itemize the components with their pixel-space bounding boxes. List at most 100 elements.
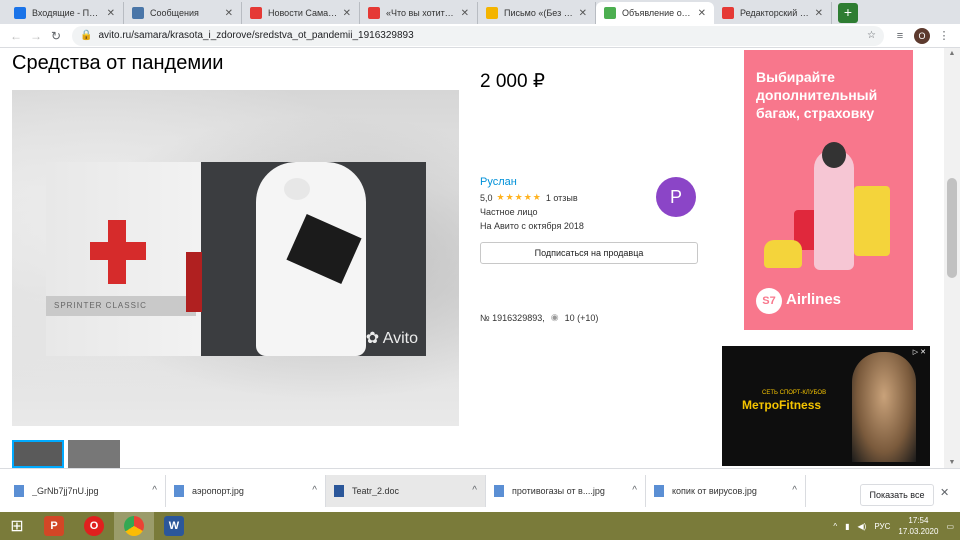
chrome-icon (124, 516, 144, 536)
scroll-up-icon[interactable]: ▲ (944, 50, 960, 57)
close-icon[interactable]: ✕ (461, 8, 469, 19)
windows-start-icon[interactable]: ⊞ (0, 512, 34, 540)
listing-photo-gallery[interactable]: SPRINTER CLASSIC ✿ Avito (12, 90, 459, 426)
powerpoint-icon: P (44, 516, 64, 536)
thumbnail-2[interactable] (68, 440, 120, 468)
show-all-downloads-button[interactable]: Показать все (860, 484, 934, 506)
taskbar-word[interactable]: W (154, 512, 194, 540)
download-item[interactable]: копик от вирусов.jpg ^ (646, 474, 806, 507)
tab-label: Сообщения (150, 8, 199, 18)
watermark-text: Avito (382, 330, 418, 347)
downloads-bar: _GrNb7jj7nU.jpg ^ аэропорт.jpg ^ Teatr_2.d… (0, 468, 960, 512)
tab-editorial[interactable]: Редакторский инт ✕ (714, 2, 832, 24)
close-icon[interactable]: ✕ (579, 8, 587, 19)
envelope-icon (486, 7, 498, 19)
close-icon[interactable]: ✕ (225, 8, 233, 19)
tab-label: Объявление откл (622, 8, 694, 18)
chevron-up-icon[interactable]: ^ (472, 485, 477, 496)
scroll-down-icon[interactable]: ▼ (944, 459, 960, 466)
back-arrow-icon[interactable]: ← (6, 29, 26, 43)
tray-chevron-icon[interactable]: ^ (833, 522, 837, 531)
reading-list-icon[interactable]: ≡ (890, 30, 910, 42)
forward-arrow-icon[interactable]: → (26, 29, 46, 43)
tab-news[interactable]: Новости Самары ✕ (242, 2, 360, 24)
chevron-up-icon[interactable]: ^ (312, 485, 317, 496)
scrollbar-thumb[interactable] (947, 178, 957, 278)
rating-value: 5,0 (480, 192, 493, 203)
system-tray: ^ ▮ ◀) РУС 17:54 17.03.2020 ▭ (833, 512, 954, 540)
lock-icon[interactable]: 🔒 (80, 30, 92, 41)
taskbar-powerpoint[interactable]: P (34, 512, 74, 540)
van-taillight (186, 252, 202, 312)
ad-text: Выбирайте дополнительный багаж, страховк… (756, 69, 878, 121)
avito-icon (604, 7, 616, 19)
ad-brand-text: Airlines (786, 291, 842, 308)
download-item[interactable]: Teatr_2.doc ^ (326, 474, 486, 507)
tab-letter[interactable]: Письмо «(Без темы ✕ (478, 2, 596, 24)
s7-logo-icon: S7 (756, 288, 782, 314)
s7-airlines-ad[interactable]: Выбирайте дополнительный багаж, страховк… (744, 50, 913, 330)
profile-avatar[interactable]: O (914, 27, 930, 44)
thumbnail-1[interactable] (12, 440, 64, 468)
tab-mail[interactable]: Входящие - Почта ✕ (6, 2, 124, 24)
download-item[interactable]: аэропорт.jpg ^ (166, 474, 326, 507)
url-text[interactable]: avito.ru/samara/krasota_i_zdorove/sredst… (98, 30, 867, 41)
bookmark-star-icon[interactable]: ☆ (867, 30, 876, 41)
image-file-icon (494, 484, 504, 497)
listing-title: Средства от пандемии (12, 52, 224, 74)
metrofitness-ad[interactable]: ▷ ✕ СЕТЬ СПОРТ-КЛУБОВ МетроFitness (722, 346, 930, 466)
chevron-up-icon[interactable]: ^ (792, 485, 797, 496)
reload-icon[interactable]: ↻ (46, 29, 66, 43)
tab-messages[interactable]: Сообщения ✕ (124, 2, 242, 24)
address-bar[interactable]: 🔒 avito.ru/samara/krasota_i_zdorove/sred… (72, 25, 884, 46)
clock-time: 17:54 (908, 516, 929, 525)
clock[interactable]: 17:54 17.03.2020 (898, 515, 938, 537)
view-count: 10 (+10) (564, 312, 599, 323)
close-icon[interactable]: ✕ (940, 486, 949, 499)
tab-question[interactable]: «Что вы хотите - « ✕ (360, 2, 478, 24)
menu-kebab-icon[interactable]: ⋮ (934, 29, 954, 42)
eye-icon: ◉ (550, 312, 559, 322)
download-filename: копик от вирусов.jpg (672, 485, 757, 496)
taskbar-opera[interactable]: O (74, 512, 114, 540)
close-icon[interactable]: ✕ (815, 8, 823, 19)
traveler-graphic (814, 150, 854, 270)
tab-label: Редакторский инт (740, 8, 811, 18)
download-item[interactable]: противогазы от в....jpg ^ (486, 474, 646, 507)
tab-label: «Что вы хотите - « (386, 8, 457, 18)
volume-icon[interactable]: ◀) (858, 522, 867, 531)
bag-graphic (764, 240, 802, 268)
ad-logo-text: МетроFitness (742, 398, 822, 412)
language-indicator[interactable]: РУС (874, 522, 890, 531)
ad-choices-icon[interactable]: ▷ ✕ (913, 348, 926, 356)
model-photo (852, 352, 916, 462)
download-filename: аэропорт.jpg (192, 485, 244, 496)
opera-icon: O (84, 516, 104, 536)
subscribe-seller-button[interactable]: Подписаться на продавца (480, 242, 698, 264)
chevron-up-icon[interactable]: ^ (632, 485, 637, 496)
page-scrollbar[interactable]: ▲ ▼ (944, 48, 960, 468)
news-icon (368, 7, 380, 19)
news-icon (250, 7, 262, 19)
chevron-up-icon[interactable]: ^ (152, 485, 157, 496)
reviews-link[interactable]: 1 отзыв (546, 193, 578, 203)
close-icon[interactable]: ✕ (107, 8, 115, 19)
seller-avatar[interactable]: P (656, 177, 696, 217)
close-icon[interactable]: ✕ (343, 8, 351, 19)
word-icon: W (164, 516, 184, 536)
image-file-icon (14, 484, 24, 497)
taskbar-chrome[interactable] (114, 512, 154, 540)
listing-meta: № 1916329893, ◉ 10 (+10) (480, 312, 598, 323)
tab-label: Новости Самары (268, 8, 339, 18)
network-icon[interactable]: ▮ (845, 522, 849, 531)
download-item[interactable]: _GrNb7jj7nU.jpg ^ (6, 474, 166, 507)
tab-label: Входящие - Почта (32, 8, 103, 18)
new-tab-button[interactable]: + (838, 3, 858, 23)
listing-main-photo[interactable]: SPRINTER CLASSIC ✿ Avito (46, 162, 426, 356)
listing-id: № 1916329893, (480, 312, 545, 323)
tab-avito-listing[interactable]: Объявление откл ✕ (596, 2, 714, 24)
seller-since: На Авито с октября 2018 (480, 221, 584, 231)
tab-label: Письмо «(Без темы (504, 8, 575, 18)
close-icon[interactable]: ✕ (698, 8, 706, 19)
notifications-icon[interactable]: ▭ (946, 522, 954, 531)
